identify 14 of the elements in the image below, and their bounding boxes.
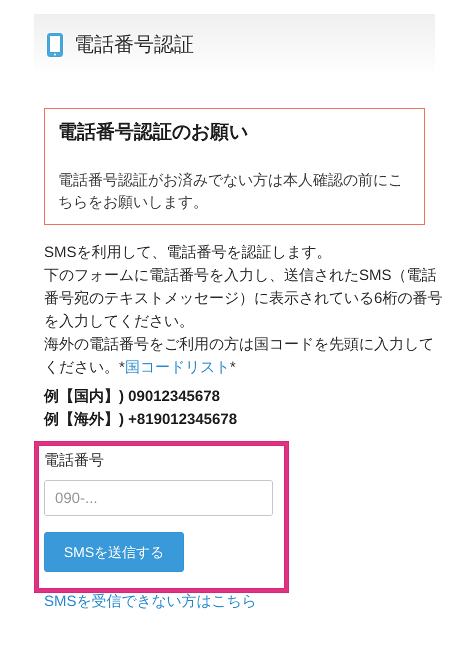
phone-icon — [46, 32, 64, 58]
notice-text: 電話番号認証がお済みでない方は本人確認の前にこちらをお願いします。 — [58, 170, 404, 212]
description-text: SMSを利用して、電話番号を認証します。 — [44, 242, 333, 262]
phone-input-field[interactable]: 090-... — [44, 480, 273, 516]
description-text: 海外の電話番号をご利用の方は国コードを先頭に入力してください。*国コードリスト* — [44, 334, 435, 378]
example-text: 例【海外】) +819012345678 — [44, 410, 238, 430]
page-title: 電話番号認証 — [74, 33, 194, 58]
sms-help-link[interactable]: SMSを受信できない方はこちら — [44, 591, 469, 614]
example-text: 例【国内】) 09012345678 — [44, 386, 221, 406]
notice-title: 電話番号認証のお願い — [58, 120, 249, 145]
send-sms-button[interactable]: SMSを送信する — [44, 532, 184, 572]
country-code-link[interactable]: 国コードリスト — [124, 358, 230, 376]
field-label: 電話番号 — [44, 450, 105, 470]
description-text: 下のフォームに電話番号を入力し、送信されたSMS（電話番号宛のテキストメッセージ）に表示されている6桁の番号を入力してください。 — [44, 266, 444, 332]
